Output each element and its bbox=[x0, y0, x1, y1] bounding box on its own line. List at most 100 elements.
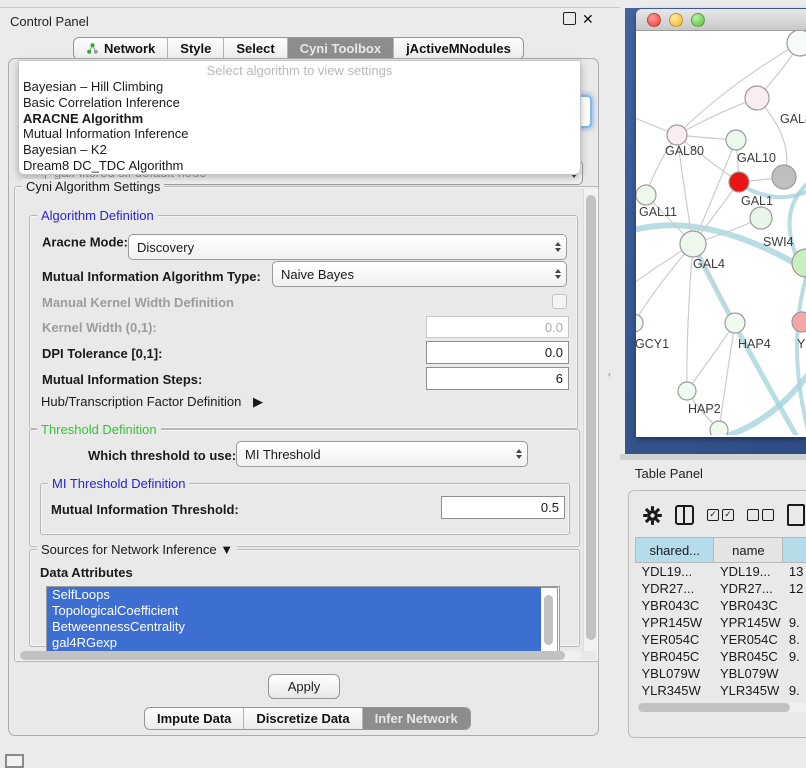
network-node-swi4[interactable] bbox=[750, 207, 772, 229]
table-cell[interactable]: YBR043C bbox=[714, 597, 783, 614]
table-row[interactable]: YDL19...YDL19...13 bbox=[636, 563, 806, 581]
table-row[interactable]: YER054CYER054C8. bbox=[636, 631, 806, 648]
attributes-vertical-scrollbar[interactable] bbox=[541, 587, 558, 653]
table-header-row[interactable]: shared... name bbox=[636, 538, 806, 563]
network-window-titlebar[interactable] bbox=[636, 9, 806, 31]
table-cell[interactable]: 9. bbox=[783, 614, 806, 631]
data-attributes-list[interactable]: SelfLoopsTopologicalCoefficientBetweenne… bbox=[46, 586, 560, 654]
table-cell[interactable]: YDL19... bbox=[636, 563, 714, 581]
kernel-width-field[interactable]: 0.0 bbox=[426, 316, 569, 338]
network-edge[interactable] bbox=[687, 323, 735, 391]
table-cell[interactable]: YBR045C bbox=[714, 648, 783, 665]
attribute-table[interactable]: shared... name YDL19...YDL19...13YDR27..… bbox=[635, 537, 806, 716]
table-cell[interactable]: YER054C bbox=[636, 631, 714, 648]
network-graph-canvas[interactable]: GAL8GAL80GAL10GAL1GAL11SWI4GAL4GCY1HAP4Y… bbox=[636, 31, 806, 435]
table-cell[interactable]: YBL079W bbox=[714, 665, 783, 682]
which-threshold-combobox[interactable]: MI Threshold bbox=[236, 441, 528, 467]
table-cell[interactable]: YDR27... bbox=[636, 580, 714, 597]
network-node-hap4[interactable] bbox=[725, 313, 745, 333]
network-node[interactable] bbox=[710, 421, 728, 435]
network-node-gal8[interactable] bbox=[745, 86, 769, 110]
table-cell[interactable]: YBR043C bbox=[636, 597, 714, 614]
network-node-gal1[interactable] bbox=[729, 172, 749, 192]
close-panel-icon[interactable]: ✕ bbox=[582, 11, 594, 28]
algorithm-option[interactable]: Bayesian – K2 bbox=[19, 142, 580, 158]
algorithm-option[interactable]: ARACNE Algorithm bbox=[19, 111, 580, 127]
gear-icon[interactable] bbox=[643, 506, 662, 525]
network-node-hap2[interactable] bbox=[678, 382, 696, 400]
network-edge[interactable] bbox=[636, 244, 693, 323]
tab-select[interactable]: Select bbox=[224, 38, 287, 59]
panel-splitter-handle[interactable]: ‹ bbox=[608, 369, 611, 379]
unchecked-columns-icon[interactable] bbox=[747, 509, 774, 521]
table-cell[interactable]: 8. bbox=[783, 631, 806, 648]
network-node-gal80[interactable] bbox=[667, 125, 687, 145]
attribute-list-item[interactable]: TopologicalCoefficient bbox=[47, 603, 549, 619]
table-cell[interactable]: 13 bbox=[783, 563, 806, 581]
float-panel-icon[interactable] bbox=[563, 12, 576, 25]
column-header-partial[interactable] bbox=[783, 538, 806, 563]
table-cell[interactable]: YBL079W bbox=[636, 665, 714, 682]
tab-style[interactable]: Style bbox=[168, 38, 224, 59]
zoom-traffic-light-icon[interactable] bbox=[691, 13, 705, 27]
network-edge-thick[interactable] bbox=[797, 271, 806, 431]
tab-cyni-toolbox[interactable]: Cyni Toolbox bbox=[288, 38, 394, 59]
network-node[interactable] bbox=[787, 31, 806, 56]
column-header-name[interactable]: name bbox=[714, 538, 783, 563]
table-cell[interactable]: YDL19... bbox=[714, 563, 783, 581]
column-header-shared-name[interactable]: shared... bbox=[636, 538, 714, 563]
table-cell[interactable]: YPR145W bbox=[636, 614, 714, 631]
mi-threshold-field[interactable]: 0.5 bbox=[441, 496, 565, 519]
mi-steps-field[interactable]: 6 bbox=[426, 367, 569, 390]
attribute-list-item[interactable]: SelfLoops bbox=[47, 587, 549, 603]
network-edge[interactable] bbox=[677, 45, 796, 135]
table-horizontal-scrollbar[interactable] bbox=[637, 703, 806, 712]
table-row[interactable]: YDR27...YDR27...12 bbox=[636, 580, 806, 597]
apply-button[interactable]: Apply bbox=[268, 674, 340, 699]
manual-kernel-checkbox[interactable] bbox=[552, 294, 567, 309]
algorithm-option[interactable]: Dream8 DC_TDC Algorithm bbox=[19, 158, 580, 174]
table-row[interactable]: YPR145WYPR145W9. bbox=[636, 614, 806, 631]
checked-columns-icon[interactable]: ✓✓ bbox=[707, 509, 734, 521]
split-columns-icon[interactable] bbox=[675, 505, 694, 525]
table-cell[interactable]: 9. bbox=[783, 682, 806, 699]
table-row[interactable]: YLR345WYLR345W9. bbox=[636, 682, 806, 699]
table-row[interactable]: YBR043CYBR043C bbox=[636, 597, 806, 614]
table-cell[interactable] bbox=[783, 665, 806, 682]
network-node[interactable] bbox=[772, 165, 796, 189]
settings-horizontal-scrollbar[interactable] bbox=[19, 651, 581, 660]
table-cell[interactable]: YLR345W bbox=[636, 682, 714, 699]
attribute-list-item[interactable]: gal4RGexp bbox=[47, 635, 549, 651]
tab-impute-data[interactable]: Impute Data bbox=[145, 708, 244, 729]
network-node-y[interactable] bbox=[792, 312, 806, 332]
table-cell[interactable]: YBR045C bbox=[636, 648, 714, 665]
minimized-panel-fragment[interactable] bbox=[5, 754, 24, 768]
table-cell[interactable]: YPR145W bbox=[714, 614, 783, 631]
settings-vertical-scrollbar[interactable] bbox=[583, 189, 597, 651]
table-row[interactable]: YBL079WYBL079W bbox=[636, 665, 806, 682]
network-edge[interactable] bbox=[719, 323, 735, 429]
table-row[interactable]: YBR045CYBR045C9. bbox=[636, 648, 806, 665]
network-node-gal11[interactable] bbox=[636, 185, 656, 205]
algorithm-option[interactable]: Basic Correlation Inference bbox=[19, 95, 580, 111]
table-cell[interactable]: YER054C bbox=[714, 631, 783, 648]
network-node-gal10[interactable] bbox=[726, 130, 746, 150]
table-cell[interactable]: 12 bbox=[783, 580, 806, 597]
table-cell[interactable]: YLR345W bbox=[714, 682, 783, 699]
algorithm-option[interactable]: Bayesian – Hill Climbing bbox=[19, 79, 580, 95]
hub-expander[interactable]: Hub/Transcription Factor Definition ▶ bbox=[41, 394, 263, 410]
minimize-traffic-light-icon[interactable] bbox=[669, 13, 683, 27]
table-cell[interactable]: YDR27... bbox=[714, 580, 783, 597]
tab-jactivemnodules[interactable]: jActiveMNodules bbox=[394, 38, 523, 59]
network-node-gal4[interactable] bbox=[680, 231, 706, 257]
table-cell[interactable] bbox=[783, 597, 806, 614]
attribute-list-item[interactable]: BetweennessCentrality bbox=[47, 619, 549, 635]
dpi-tolerance-field[interactable]: 0.0 bbox=[426, 341, 569, 364]
table-cell[interactable]: 9. bbox=[783, 648, 806, 665]
tab-infer-network[interactable]: Infer Network bbox=[363, 708, 470, 729]
tab-network[interactable]: Network bbox=[74, 38, 168, 59]
aracne-mode-combobox[interactable]: Discovery bbox=[128, 234, 567, 260]
tab-discretize-data[interactable]: Discretize Data bbox=[244, 708, 362, 729]
network-edge[interactable] bbox=[677, 98, 757, 135]
mi-type-combobox[interactable]: Naive Bayes bbox=[272, 261, 567, 287]
